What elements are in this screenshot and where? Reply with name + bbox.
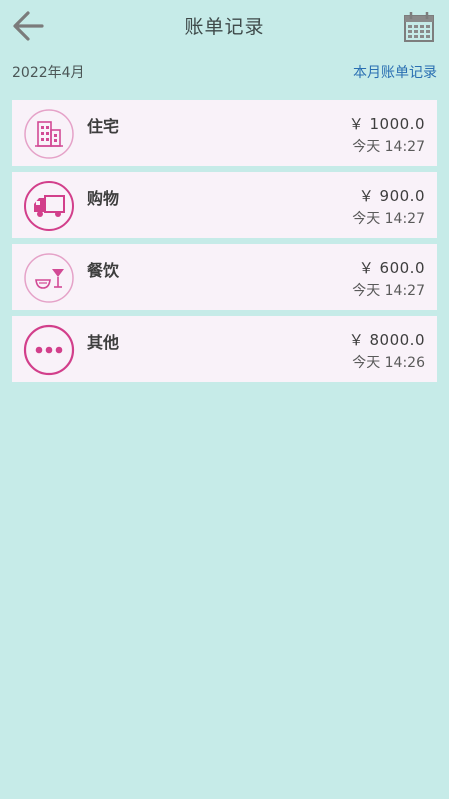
record-amount: ￥ 900.0	[358, 187, 425, 205]
monthly-records-link[interactable]: 本月账单记录	[353, 62, 437, 82]
record-time: 今天 14:27	[352, 139, 425, 155]
calendar-button[interactable]	[400, 10, 438, 44]
record-time: 今天 14:27	[352, 283, 425, 299]
record-amount: ￥ 1000.0	[348, 115, 425, 133]
page-title: 账单记录	[184, 16, 265, 38]
month-label: 2022年4月	[12, 65, 85, 81]
food-drink-icon	[24, 253, 74, 303]
record-list: 住宅 ￥ 1000.0 今天 14:27 购物 ￥ 900.0 今天 14:27…	[12, 100, 437, 388]
more-icon	[23, 324, 75, 376]
record-name: 住宅	[87, 117, 120, 136]
record-time: 今天 14:26	[352, 355, 425, 371]
record-item-housing[interactable]: 住宅 ￥ 1000.0 今天 14:27	[12, 100, 437, 166]
record-amount: ￥ 600.0	[358, 259, 425, 277]
building-icon	[24, 109, 74, 159]
delivery-truck-icon	[24, 181, 74, 231]
record-name: 购物	[87, 189, 120, 208]
record-name: 餐饮	[87, 261, 120, 280]
record-item-shopping[interactable]: 购物 ￥ 900.0 今天 14:27	[12, 172, 437, 238]
record-amount: ￥ 8000.0	[348, 331, 425, 349]
record-time: 今天 14:27	[352, 211, 425, 227]
record-item-dining[interactable]: 餐饮 ￥ 600.0 今天 14:27	[12, 244, 437, 310]
calendar-icon	[404, 12, 434, 42]
top-bar: 账单记录	[0, 0, 449, 52]
record-name: 其他	[87, 333, 120, 352]
record-item-other[interactable]: 其他 ￥ 8000.0 今天 14:26	[12, 316, 437, 382]
